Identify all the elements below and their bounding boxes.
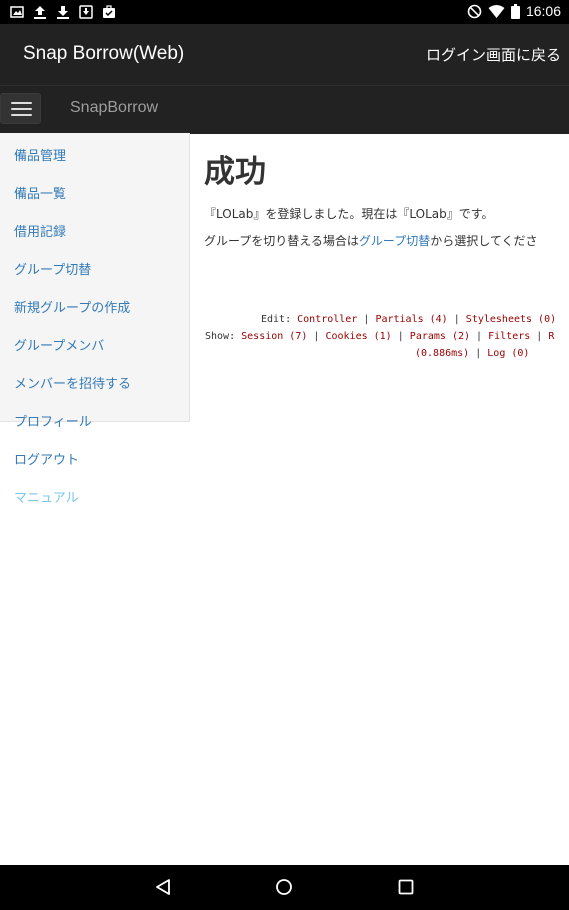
page-title: 成功 — [204, 154, 266, 190]
debug-log-link[interactable]: Log (0) — [487, 348, 529, 359]
hamburger-icon — [11, 102, 32, 104]
debug-separator: | — [453, 314, 460, 325]
download-box-icon — [79, 5, 93, 19]
back-icon[interactable] — [154, 878, 172, 896]
web-navbar: SnapBorrow — [0, 85, 569, 134]
debug-session-link[interactable]: Session (7) — [241, 331, 307, 342]
debug-separator: | — [536, 331, 543, 342]
app-bar: Snap Borrow(Web) ログイン画面に戻る — [0, 24, 569, 85]
sidebar-item-borrow-records[interactable]: 借用記録 — [0, 209, 189, 247]
system-nav-bar — [0, 865, 569, 910]
menu-toggle-button[interactable] — [0, 93, 41, 124]
do-not-disturb-icon — [467, 4, 482, 18]
status-bar: 16:06 — [0, 0, 569, 24]
switch-group-hint: グループを切り替える場合はグループ切替から選択してくださ — [204, 228, 569, 255]
hamburger-icon-bar — [11, 114, 32, 116]
switch-hint-suffix: から選択してくださ — [430, 234, 538, 248]
debug-r-link[interactable]: R — [548, 331, 554, 342]
switch-hint-prefix: グループを切り替える場合は — [204, 234, 359, 248]
debug-controller-link[interactable]: Controller — [297, 314, 357, 325]
debug-timing-row: (0.886ms) | Log (0) — [415, 348, 529, 359]
debug-filters-link[interactable]: Filters — [488, 331, 530, 342]
debug-edit-row: Edit: Controller | Partials (4) | Styles… — [261, 314, 556, 325]
hamburger-icon-bar — [11, 108, 32, 110]
debug-partials-link[interactable]: Partials (4) — [375, 314, 447, 325]
sidebar-item-switch-group[interactable]: グループ切替 — [0, 247, 189, 285]
sidebar-item-profile[interactable]: プロフィール — [0, 399, 189, 437]
debug-params-link[interactable]: Params (2) — [410, 331, 470, 342]
notification-icons — [10, 4, 116, 20]
recents-icon[interactable] — [397, 878, 415, 896]
debug-separator: | — [476, 331, 483, 342]
home-icon[interactable] — [275, 878, 293, 896]
debug-footer: Edit: Controller | Partials (4) | Styles… — [204, 312, 569, 372]
main-content: 成功 『LOLab』を登録しました。現在は『LOLab』です。 グループを切り替… — [204, 140, 569, 255]
sidebar-item-logout[interactable]: ログアウト — [0, 437, 189, 475]
debug-separator: | — [363, 314, 370, 325]
briefcase-check-icon — [103, 5, 115, 18]
debug-separator: | — [475, 348, 482, 359]
debug-separator: | — [397, 331, 404, 342]
debug-separator: | — [313, 331, 320, 342]
download-icon — [57, 6, 69, 19]
debug-edit-label: Edit: — [261, 314, 292, 325]
sidebar-item-invite-member[interactable]: メンバーを招待する — [0, 361, 189, 399]
debug-show-row: Show: Session (7) | Cookies (1) | Params… — [205, 331, 554, 342]
debug-stylesheets-link[interactable]: Stylesheets (0) — [466, 314, 556, 325]
sidebar-item-manual[interactable]: マニュアル — [0, 475, 189, 513]
sidebar-menu: 備品管理 備品一覧 借用記録 グループ切替 新規グループの作成 グループメンバ … — [0, 133, 189, 513]
upload-icon — [34, 6, 46, 19]
battery-icon — [510, 3, 520, 19]
image-icon — [10, 6, 24, 18]
clock: 16:06 — [525, 3, 561, 19]
switch-group-link[interactable]: グループ切替 — [359, 234, 430, 248]
debug-cookies-link[interactable]: Cookies (1) — [325, 331, 391, 342]
wifi-icon — [488, 4, 505, 18]
debug-timing-link[interactable]: (0.886ms) — [415, 348, 469, 359]
sidebar-item-create-group[interactable]: 新規グループの作成 — [0, 285, 189, 323]
sidebar-item-equipment-management[interactable]: 備品管理 — [0, 133, 189, 171]
sidebar-item-equipment-list[interactable]: 備品一覧 — [0, 171, 189, 209]
app-title: Snap Borrow(Web) — [23, 43, 185, 64]
sidebar-item-group-members[interactable]: グループメンバ — [0, 323, 189, 361]
debug-show-label: Show: — [205, 331, 236, 342]
back-to-login-button[interactable]: ログイン画面に戻る — [426, 44, 561, 65]
brand-link[interactable]: SnapBorrow — [70, 99, 158, 117]
success-message: 『LOLab』を登録しました。現在は『LOLab』です。 — [204, 207, 494, 221]
